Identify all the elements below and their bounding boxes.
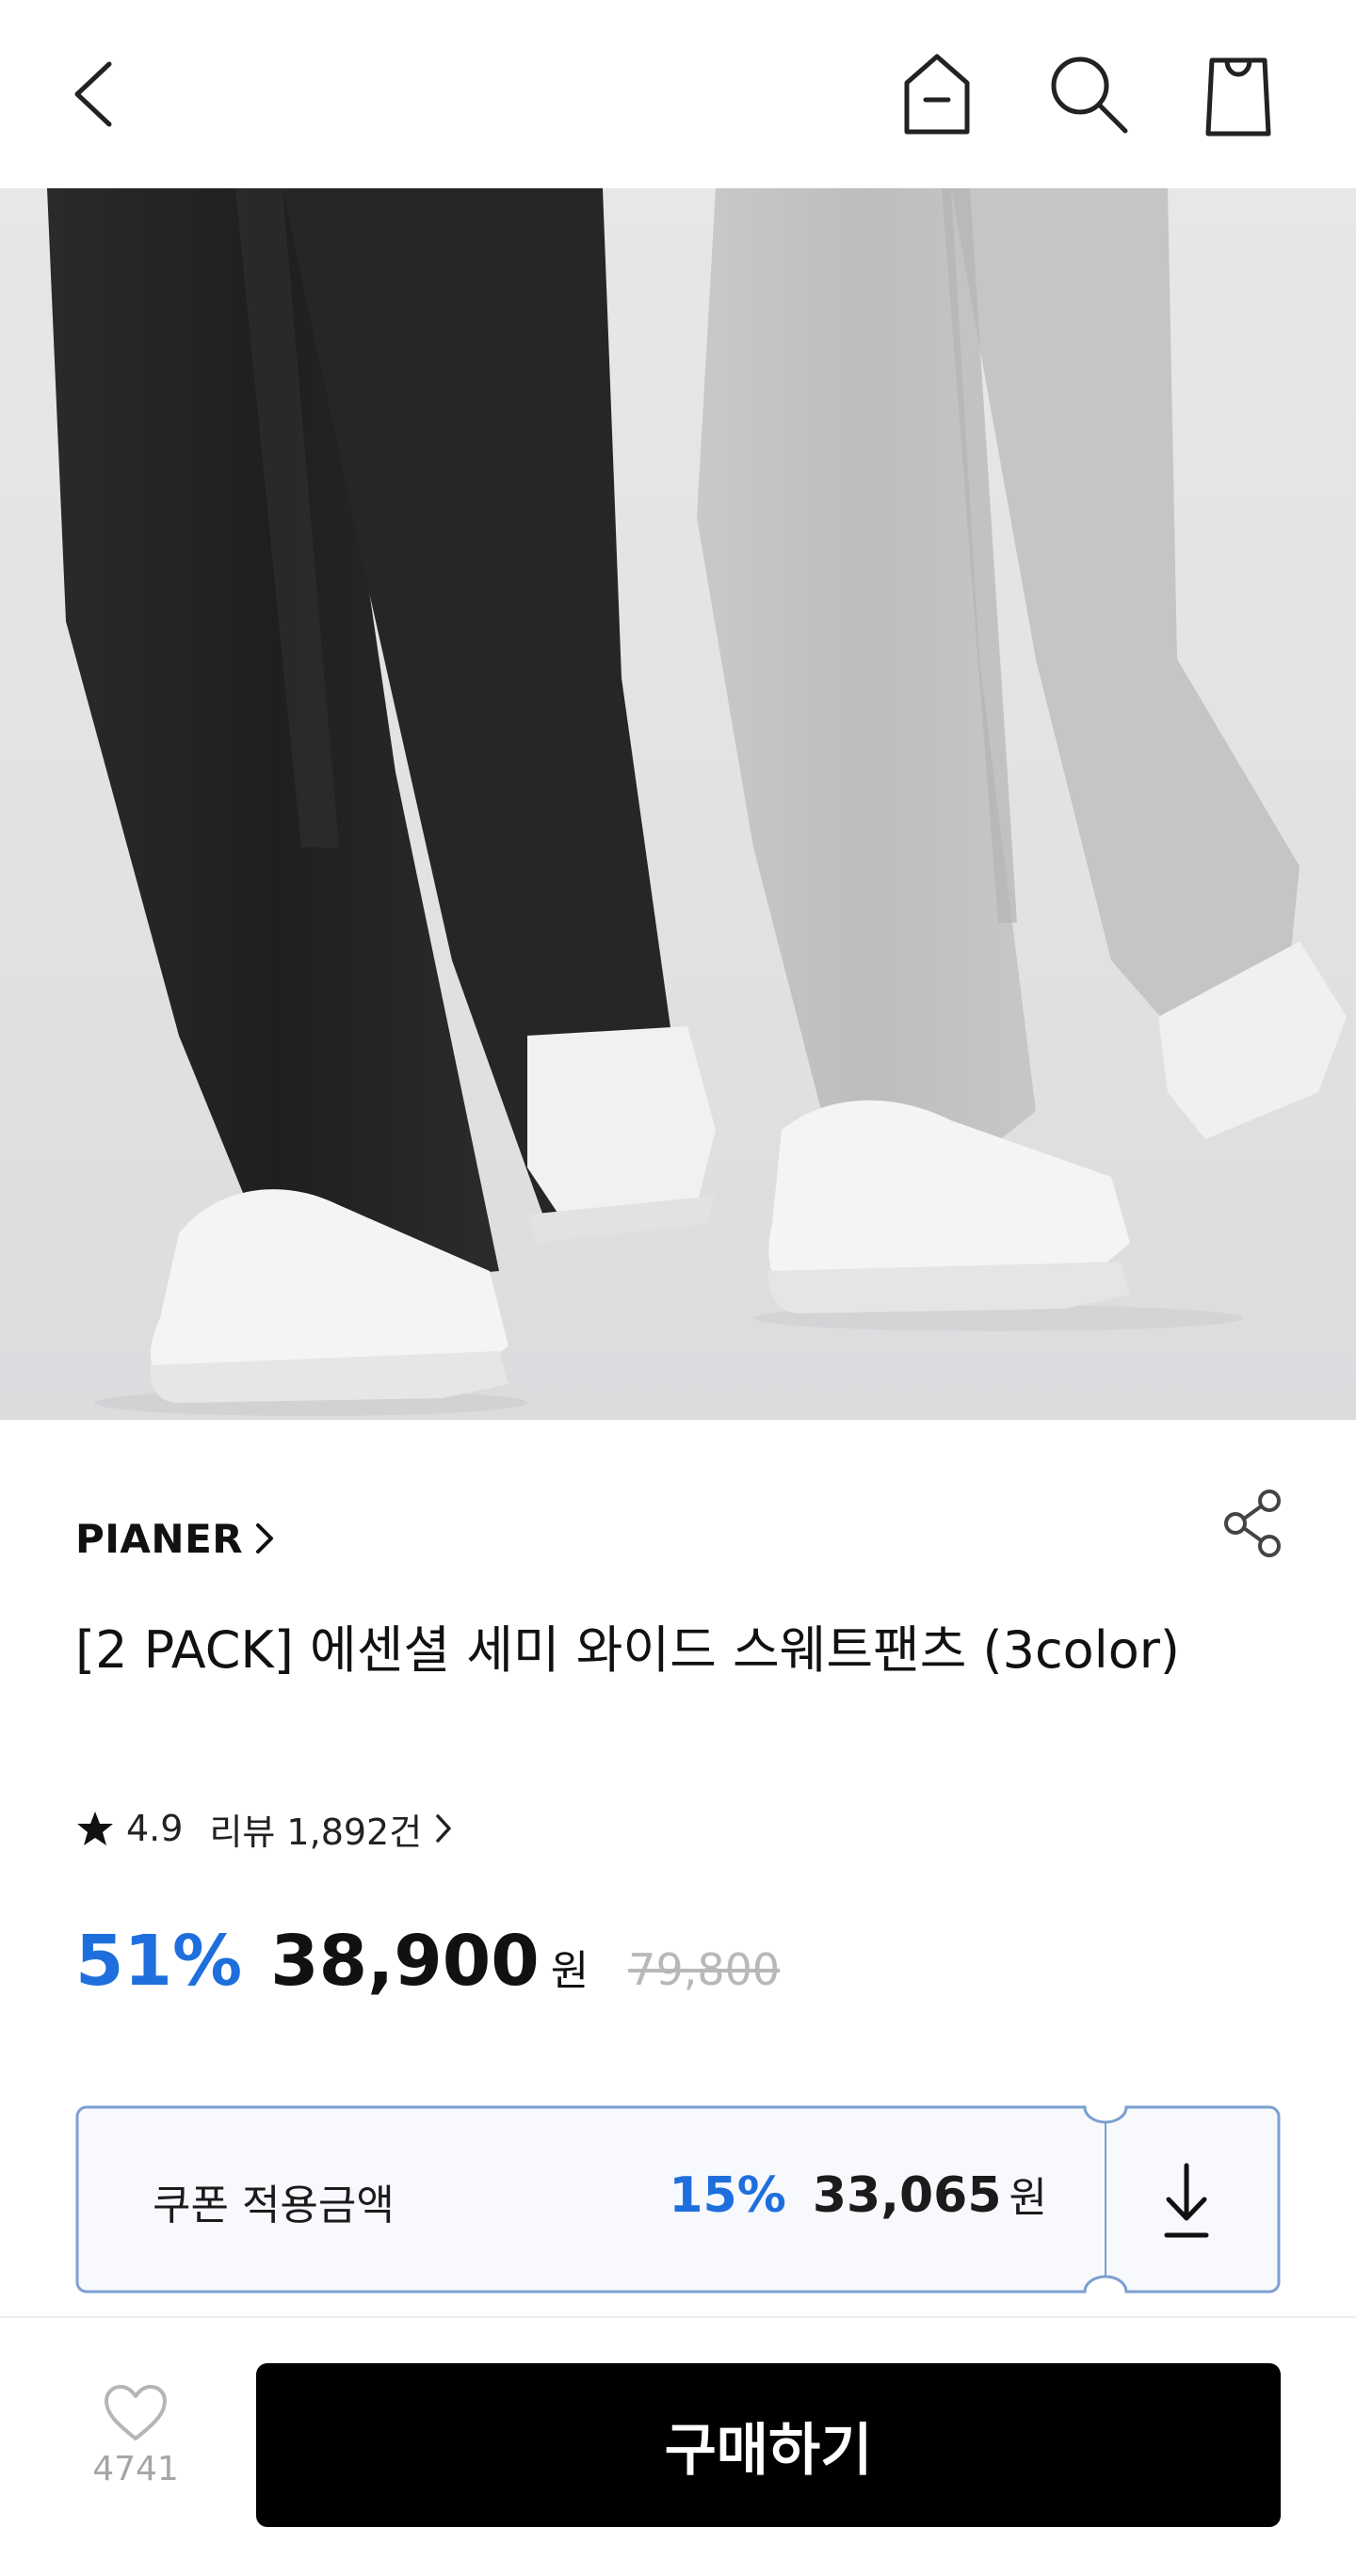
buy-button[interactable]: 구매하기 (256, 2363, 1281, 2527)
like-count: 4741 (92, 2450, 179, 2488)
bottom-purchase-bar: 4741 구매하기 (0, 2316, 1356, 2576)
chevron-right-icon (256, 1523, 274, 1554)
coupon-label: 쿠폰 적용금액 (153, 2182, 395, 2230)
coupon-download-button[interactable] (1154, 2156, 1219, 2245)
coupon-box[interactable]: 쿠폰 적용금액 15% 33,065 원 (75, 2105, 1281, 2294)
home-icon (904, 54, 970, 135)
download-icon (1164, 2163, 1209, 2238)
search-button[interactable] (1043, 49, 1134, 139)
chevron-left-icon (74, 61, 112, 127)
star-icon (77, 1811, 113, 1845)
share-button[interactable] (1222, 1488, 1286, 1559)
brand-name: PIANER (75, 1515, 244, 1562)
chevron-right-icon (436, 1814, 451, 1843)
sale-price: 38,900 (270, 1921, 540, 2002)
share-icon (1224, 1489, 1281, 1557)
heart-icon (105, 2385, 167, 2440)
coupon-price-value: 33,065 (812, 2167, 1002, 2224)
back-button[interactable] (56, 47, 132, 141)
brand-link[interactable]: PIANER (75, 1510, 275, 1567)
coupon-price: 15% 33,065 원 (669, 2164, 1047, 2224)
original-price: 79,800 (628, 1944, 781, 1995)
like-button[interactable]: 4741 (85, 2384, 186, 2535)
coupon-currency: 원 (1009, 2174, 1047, 2222)
rating-review-link[interactable]: 4.9 리뷰 1,892건 (75, 1800, 452, 1857)
discount-rate: 51% (75, 1921, 243, 2002)
rating-value: 4.9 (126, 1808, 184, 1849)
coupon-discount: 15% (669, 2167, 786, 2224)
product-image[interactable] (0, 188, 1356, 1420)
price-row: 51% 38,900 원 79,800 (75, 1921, 780, 2005)
home-button[interactable] (895, 47, 979, 141)
product-title: [2 PACK] 에센셜 세미 와이드 스웨트팬츠 (3color) (75, 1620, 1180, 1680)
product-photo-illustration (47, 188, 1347, 1416)
shopping-bag-icon (1205, 57, 1271, 137)
search-icon (1051, 56, 1128, 134)
cart-button[interactable] (1196, 51, 1281, 141)
top-app-bar (0, 0, 1356, 188)
currency-label: 원 (550, 1947, 589, 1995)
review-count: 리뷰 1,892건 (209, 1811, 423, 1853)
